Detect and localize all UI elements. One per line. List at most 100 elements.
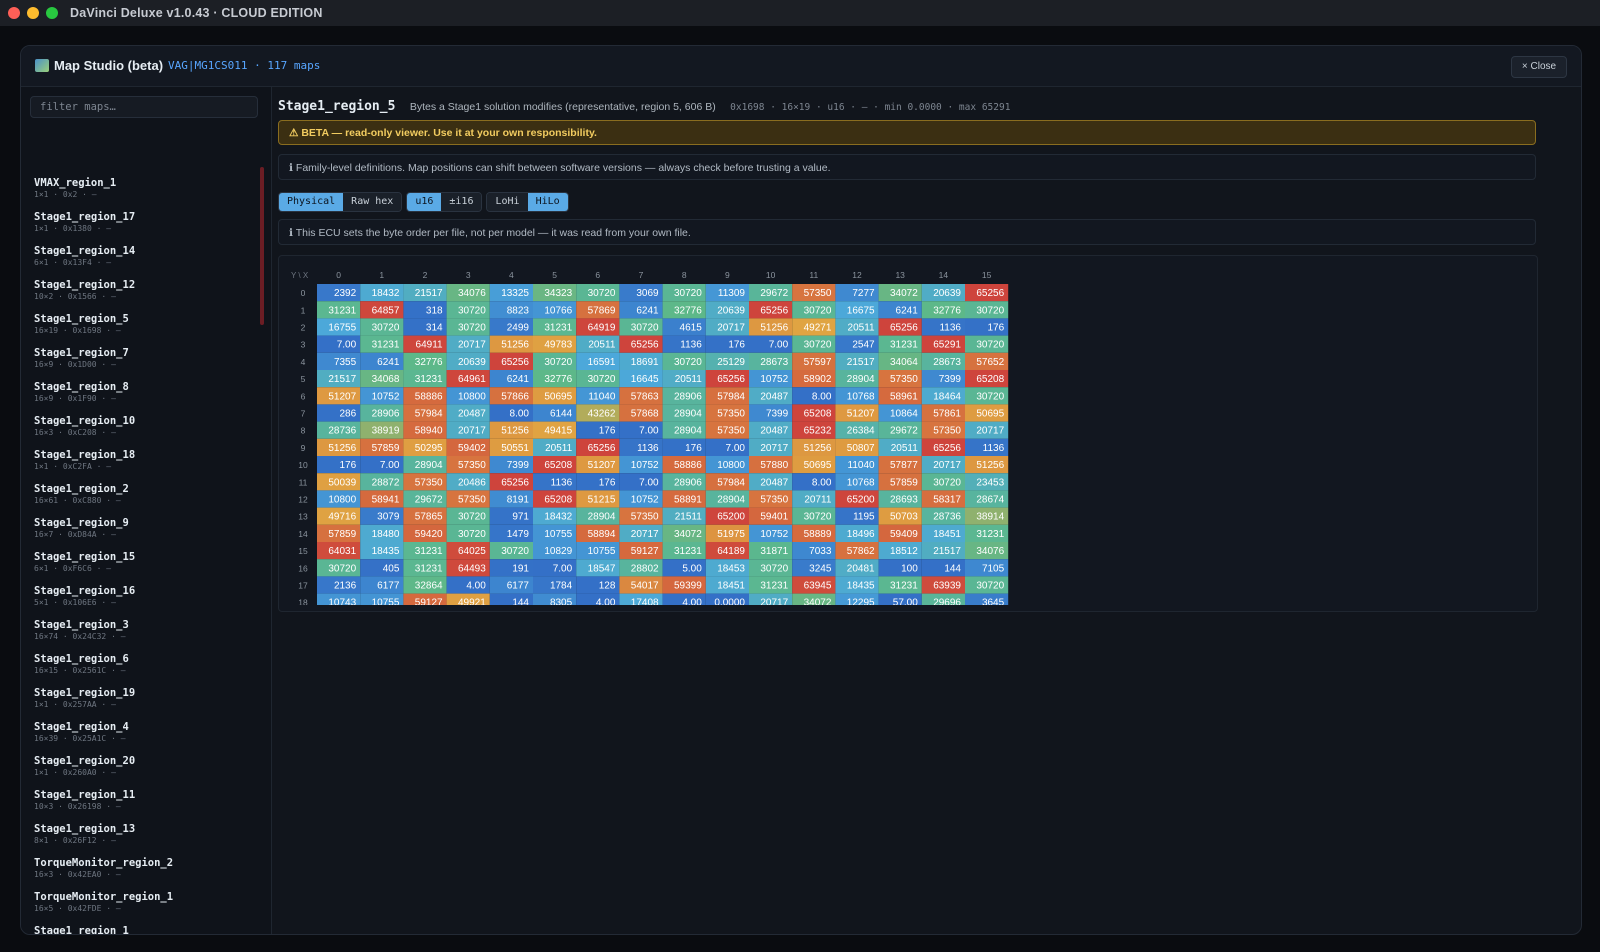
map-list-item-name: Stage1_region_2 <box>34 483 129 495</box>
heatmap-cell-value: 32776 <box>933 305 961 316</box>
heatmap-cell-value: 57984 <box>717 391 745 402</box>
heatmap-cell-value: 50695 <box>804 460 832 471</box>
heatmap-cell-value: 28906 <box>674 391 702 402</box>
heatmap-cell-value: 18453 <box>717 563 745 574</box>
heatmap-cell-value: 18435 <box>372 546 400 557</box>
map-list-item[interactable]: Stage1_region_20 1×1 · 0x260A0 · – <box>34 755 254 789</box>
heatmap-cell-value: 31231 <box>415 546 443 557</box>
map-list-item[interactable]: TorqueMonitor_region_2 16×3 · 0x42EA0 · – <box>34 857 254 891</box>
heatmap-cell-value: 20511 <box>588 340 616 351</box>
heatmap-cell-value: 18496 <box>847 529 875 540</box>
heatmap-cell-value: 28904 <box>847 374 875 385</box>
heatmap-cell-value: 7355 <box>334 357 357 368</box>
heatmap-cell-value: 176 <box>988 323 1005 334</box>
heatmap-cell-value: 30720 <box>501 546 529 557</box>
heatmap-cell-value: 144 <box>944 563 961 574</box>
heatmap-cell-value: 57880 <box>760 460 788 471</box>
map-list-item[interactable]: Stage1_region_11 10×3 · 0x26198 · – <box>34 789 254 823</box>
map-list-item-name: Stage1_region_3 <box>34 619 129 631</box>
toggle-raw-hex[interactable]: Raw hex <box>343 193 402 211</box>
heatmap-cell-value: 57866 <box>501 391 529 402</box>
heatmap-cell-value: 100 <box>901 563 918 574</box>
heatmap-cell-value: 16755 <box>328 323 356 334</box>
close-window-button[interactable] <box>8 7 20 19</box>
heatmap-cell-value: 59127 <box>631 546 659 557</box>
heatmap-cell-value: 57877 <box>890 460 918 471</box>
toggle-physical[interactable]: Physical <box>279 193 344 211</box>
map-list-item[interactable]: Stage1_region_8 16×9 · 0x1F90 · – <box>34 381 254 415</box>
toggle-hilo[interactable]: HiLo <box>527 193 568 211</box>
heatmap-cell-value: 34068 <box>372 374 400 385</box>
heatmap-cell-value: 65232 <box>804 426 832 437</box>
heatmap-cell-value: 7.00 <box>553 563 573 574</box>
heatmap-cell-value: 31231 <box>890 340 918 351</box>
heatmap-cell-value: 7277 <box>852 288 875 299</box>
heatmap-cell-value: 21517 <box>933 546 961 557</box>
maximize-window-button[interactable] <box>46 7 58 19</box>
map-list-item[interactable]: Stage1_region_7 16×9 · 0x1D00 · – <box>34 347 254 381</box>
heatmap-cell-value: 50551 <box>501 443 529 454</box>
map-list-item[interactable]: Stage1_region_10 16×3 · 0xC208 · – <box>34 415 254 449</box>
map-list-item-meta: 8×1 · 0x26F12 · – <box>34 836 116 845</box>
heatmap-cell-value: 65208 <box>544 495 572 506</box>
heatmap-cell-value: 58961 <box>890 391 918 402</box>
map-list-item[interactable]: Stage1_region_4 16×39 · 0x25A1C · – <box>34 721 254 755</box>
minimize-window-button[interactable] <box>27 7 39 19</box>
heatmap-cell-value: 2499 <box>507 323 530 334</box>
heatmap-cell-value: 32776 <box>544 374 572 385</box>
heatmap-cell-value: 57863 <box>631 391 659 402</box>
map-list-item[interactable]: Stage1_region_17 1×1 · 0x1380 · – <box>34 211 254 245</box>
map-list-item-meta: 16×9 · 0x1F90 · – <box>34 394 116 403</box>
map-list-item-name: Stage1_region_20 <box>34 755 136 767</box>
map-list-item[interactable]: Stage1_region_13 8×1 · 0x26F12 · – <box>34 823 254 857</box>
map-list-item[interactable]: TorqueMonitor_region_1 16×5 · 0x42FDE · – <box>34 891 254 925</box>
close-button[interactable]: × Close <box>1511 56 1567 78</box>
heatmap-cell-value: 8823 <box>507 305 530 316</box>
map-list-item[interactable]: Stage1_region_15 6×1 · 0xF6C6 · – <box>34 551 254 585</box>
map-list-item[interactable]: VMAX_region_1 1×1 · 0x2 · – <box>34 177 254 211</box>
map-list-item[interactable]: Stage1_region_3 16×74 · 0x24C32 · – <box>34 619 254 653</box>
heatmap-cell-value: 10864 <box>890 409 918 420</box>
toggle-lohi[interactable]: LoHi <box>487 193 528 211</box>
heatmap-cell-value: 31231 <box>760 581 788 592</box>
map-list-item[interactable]: Stage1_region_2 16×61 · 0xC880 · – <box>34 483 254 517</box>
map-list-item[interactable]: Stage1_region_116×178 · 0x128404 · – <box>34 925 254 934</box>
map-list-item[interactable]: Stage1_region_18 1×1 · 0xC2FA · – <box>34 449 254 483</box>
heatmap-cell-value: 57984 <box>415 409 443 420</box>
heatmap-cell-value: 7.00 <box>769 340 789 351</box>
map-list-item[interactable]: Stage1_region_12 10×2 · 0x1566 · – <box>34 279 254 313</box>
heatmap-cell-value: 20487 <box>760 426 788 437</box>
map-list-item[interactable]: Stage1_region_5 16×19 · 0x1698 · – <box>34 313 254 347</box>
map-list-item[interactable]: Stage1_region_14 6×1 · 0x13F4 · – <box>34 245 254 279</box>
filter-maps-input[interactable] <box>30 96 258 118</box>
heatmap-cell-value: 20717 <box>458 340 486 351</box>
map-list-item-meta: 1×1 · 0x257AA · – <box>34 700 116 709</box>
map-list-item[interactable]: Stage1_region_16 5×1 · 0x106E6 · – <box>34 585 254 619</box>
row-header: 6 <box>301 391 306 401</box>
map-viewer: Stage1_region_5 Bytes a Stage1 solution … <box>278 87 1581 934</box>
heatmap-cell-value: 10752 <box>631 460 659 471</box>
map-list-item-name: Stage1_region_14 <box>34 245 136 257</box>
heatmap-cell-value: 63939 <box>933 581 961 592</box>
map-list-item[interactable]: Stage1_region_19 1×1 · 0x257AA · – <box>34 687 254 721</box>
heatmap-cell-value: 64911 <box>416 340 444 351</box>
heatmap-cell-value: 31231 <box>674 546 702 557</box>
map-list-item[interactable]: Stage1_region_6 16×15 · 0x2561C · – <box>34 653 254 687</box>
heatmap-cell-value: 59401 <box>760 512 788 523</box>
heatmap-cell-value: 18691 <box>631 357 659 368</box>
map-list-item[interactable]: Stage1_region_9 16×7 · 0xD84A · – <box>34 517 254 551</box>
dialog-title: Map Studio (beta) <box>54 58 164 73</box>
heatmap-cell-value: 20639 <box>717 305 745 316</box>
map-list-item-meta: 16×3 · 0x42EA0 · – <box>34 870 121 879</box>
row-header: 17 <box>298 581 308 591</box>
heatmap-cell-value: 49716 <box>328 512 356 523</box>
sidebar-scrollbar[interactable] <box>260 167 264 325</box>
toggle-i16[interactable]: ±i16 <box>441 193 482 211</box>
toggle-u16[interactable]: u16 <box>407 193 442 211</box>
heatmap-cell-value: 20487 <box>458 409 486 420</box>
heatmap-cell-value: 7.00 <box>639 477 659 488</box>
heatmap-cell-value: 314 <box>426 323 443 334</box>
row-header: 12 <box>298 495 308 505</box>
heatmap-cell-value: 6144 <box>550 409 573 420</box>
heatmap-cell-value: 1136 <box>680 340 702 351</box>
